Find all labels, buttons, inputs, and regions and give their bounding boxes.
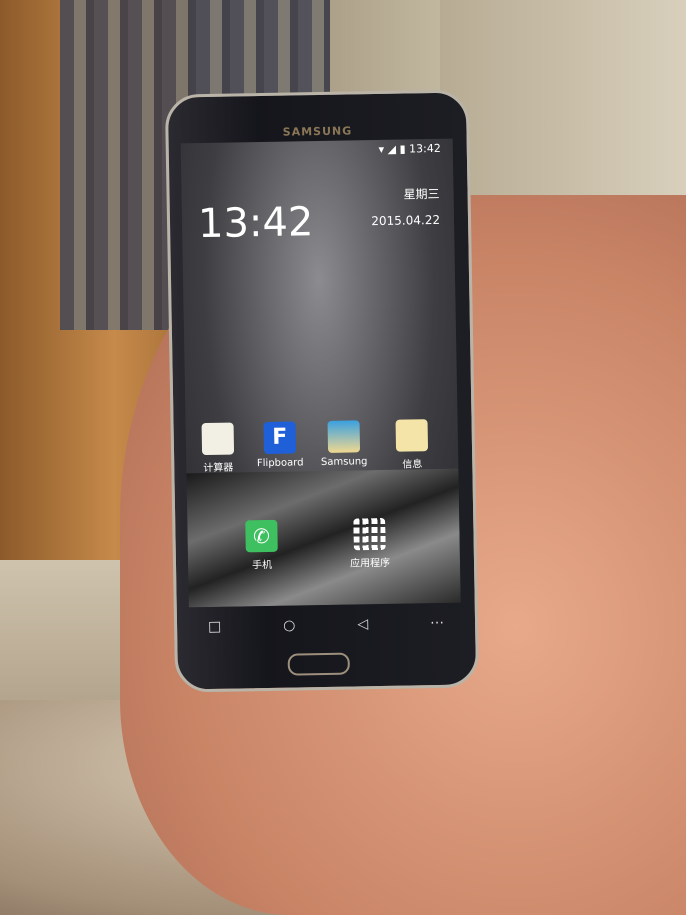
wifi-icon: ▾ bbox=[378, 142, 385, 156]
phone-icon: ✆ bbox=[245, 519, 278, 553]
apps-grid-icon bbox=[353, 517, 386, 551]
back-button[interactable]: ◁ bbox=[357, 616, 368, 632]
app-flipboard[interactable]: F Flipboard bbox=[250, 421, 311, 469]
brand-logo: SAMSUNG bbox=[282, 124, 353, 139]
menu-button[interactable]: ⋯ bbox=[430, 615, 444, 631]
clock-widget[interactable]: 13:42 bbox=[198, 199, 314, 247]
status-bar: ▾ ◢ ▮ 13:42 bbox=[378, 142, 440, 156]
status-time: 13:42 bbox=[408, 141, 441, 156]
app-phone[interactable]: ✆ 手机 bbox=[231, 519, 292, 572]
home-screen: ▾ ◢ ▮ 13:42 13:42 星期三 2015.04.22 计算器 F F… bbox=[180, 138, 461, 608]
messages-icon bbox=[395, 419, 429, 452]
signal-icon: ◢ bbox=[387, 142, 397, 156]
app-label: 手机 bbox=[251, 559, 273, 572]
weekday: 星期三 bbox=[403, 186, 440, 202]
recent-apps-button[interactable]: □ bbox=[208, 619, 222, 635]
wallpaper-mountains bbox=[186, 468, 461, 608]
app-label: 计算器 bbox=[203, 462, 234, 475]
smartphone: SAMSUNG ▾ ◢ ▮ 13:42 13:42 星期三 2015.04.22… bbox=[164, 89, 480, 693]
app-label: 信息 bbox=[402, 459, 423, 471]
app-messages[interactable]: 信息 bbox=[382, 419, 443, 471]
calculator-icon bbox=[201, 422, 235, 456]
date: 2015.04.22 bbox=[371, 212, 441, 229]
app-label: Samsung bbox=[320, 456, 368, 469]
app-calculator[interactable]: 计算器 bbox=[188, 422, 249, 474]
app-samsung[interactable]: Samsung bbox=[314, 420, 375, 468]
home-soft-button[interactable]: ○ bbox=[283, 618, 295, 634]
app-label: Flipboard bbox=[256, 457, 304, 470]
app-label: 应用程序 bbox=[349, 557, 391, 570]
flipboard-icon: F bbox=[263, 421, 297, 455]
physical-home-button[interactable] bbox=[287, 652, 350, 676]
navigation-bar: □ ○ ◁ ⋯ bbox=[177, 602, 476, 647]
battery-icon: ▮ bbox=[399, 142, 406, 156]
samsung-apps-icon bbox=[327, 420, 361, 453]
app-drawer[interactable]: 应用程序 bbox=[339, 517, 400, 570]
